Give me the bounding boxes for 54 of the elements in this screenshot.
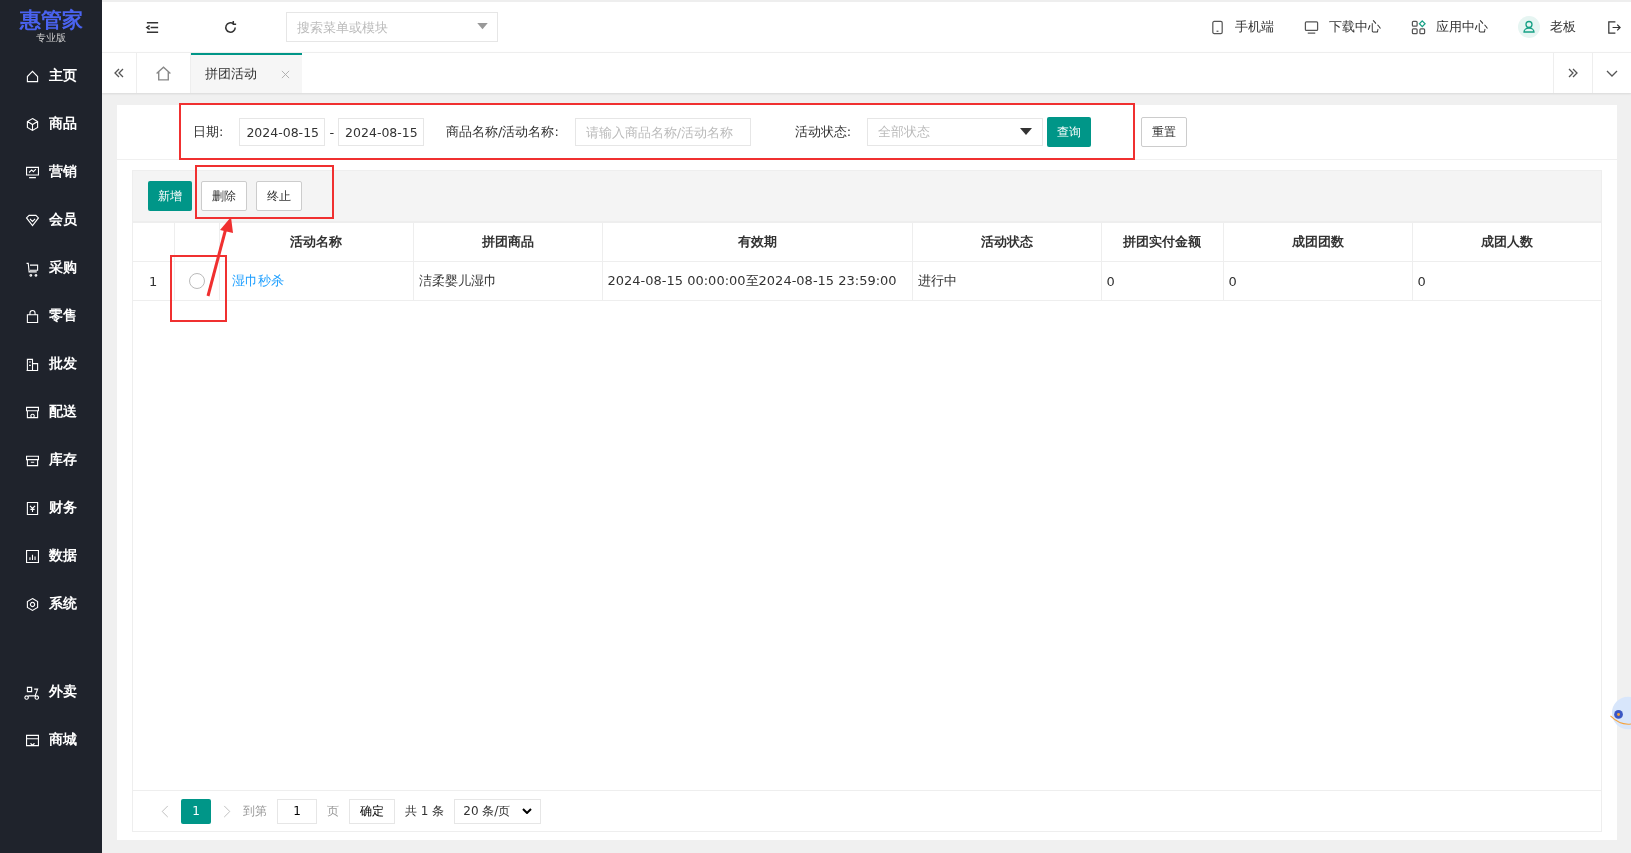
brand-edition: 专业版: [36, 32, 66, 44]
search-field[interactable]: 搜索菜单或模块: [286, 12, 498, 42]
toolbar-link[interactable]: 下载中心: [1304, 18, 1381, 36]
toolbar-link[interactable]: 手机端: [1210, 18, 1274, 36]
total-count: 共 1 条: [405, 802, 445, 820]
reset-button[interactable]: 重置: [1141, 117, 1188, 147]
sidebar-item[interactable]: 采购: [0, 244, 102, 292]
toolbar-link[interactable]: 应用中心: [1411, 18, 1488, 36]
confirm-button[interactable]: 确定: [349, 798, 395, 824]
sidebar-item[interactable]: 零售: [0, 292, 102, 340]
start-date-field[interactable]: 2024-08-15: [239, 118, 326, 146]
delete-button[interactable]: 删除: [201, 181, 247, 211]
table-cell: 2024-08-15 00:00:00至2024-08-15 23:59:00: [602, 261, 912, 301]
sidebar-item[interactable]: 批发: [0, 340, 102, 388]
column-header: 活动名称: [219, 222, 413, 262]
sidebar-item[interactable]: 配送: [0, 388, 102, 436]
page-input[interactable]: 1: [277, 798, 317, 824]
status-label: 活动状态:: [794, 123, 852, 141]
stop-button[interactable]: 终止: [256, 181, 302, 211]
sidebar-item[interactable]: 数据: [0, 532, 102, 580]
name-search-field[interactable]: 请输入商品名称/活动名称: [574, 118, 751, 146]
row-number: 1: [133, 261, 174, 301]
brand-logo: 惠管家: [19, 8, 83, 32]
page-unit-label: 页: [327, 802, 339, 820]
end-date-field[interactable]: 2024-08-15: [338, 118, 425, 146]
column-header: 活动状态: [912, 222, 1101, 262]
sidebar-item[interactable]: 系统: [0, 580, 102, 628]
query-button[interactable]: 查询: [1047, 117, 1092, 147]
goto-label: 到第: [243, 802, 267, 820]
column-header: 成团团数: [1223, 222, 1412, 262]
column-header: 有效期: [602, 222, 912, 262]
table-cell: 进行中: [912, 261, 1101, 301]
date-label: 日期:: [193, 123, 224, 141]
sidebar-item[interactable]: 商城: [0, 716, 102, 764]
sidebar-item[interactable]: 会员: [0, 196, 102, 244]
date-separator: -: [329, 124, 335, 140]
sidebar-item[interactable]: 外卖: [0, 668, 102, 716]
user-menu[interactable]: 老板: [1518, 16, 1576, 38]
page-size-dropdown[interactable]: 20 条/页: [454, 798, 542, 824]
current-page-button[interactable]: 1: [181, 798, 211, 824]
sidebar-item[interactable]: 主页: [0, 52, 102, 100]
page-tab[interactable]: 拼团活动: [191, 53, 302, 93]
column-header: 拼团商品: [413, 222, 602, 262]
column-header: 成团人数: [1412, 222, 1601, 262]
sidebar-item[interactable]: 库存: [0, 436, 102, 484]
column-header: 拼团实付金额: [1101, 222, 1223, 262]
table-cell: 0: [1223, 261, 1412, 301]
sidebar-item[interactable]: 营销: [0, 148, 102, 196]
table-cell: 0: [1101, 261, 1223, 301]
table-cell: 洁柔婴儿湿巾: [413, 261, 602, 301]
sidebar-item[interactable]: 财务: [0, 484, 102, 532]
add-button[interactable]: 新增: [148, 181, 192, 211]
sidebar-item[interactable]: 商品: [0, 100, 102, 148]
name-label: 商品名称/活动名称:: [446, 123, 559, 141]
